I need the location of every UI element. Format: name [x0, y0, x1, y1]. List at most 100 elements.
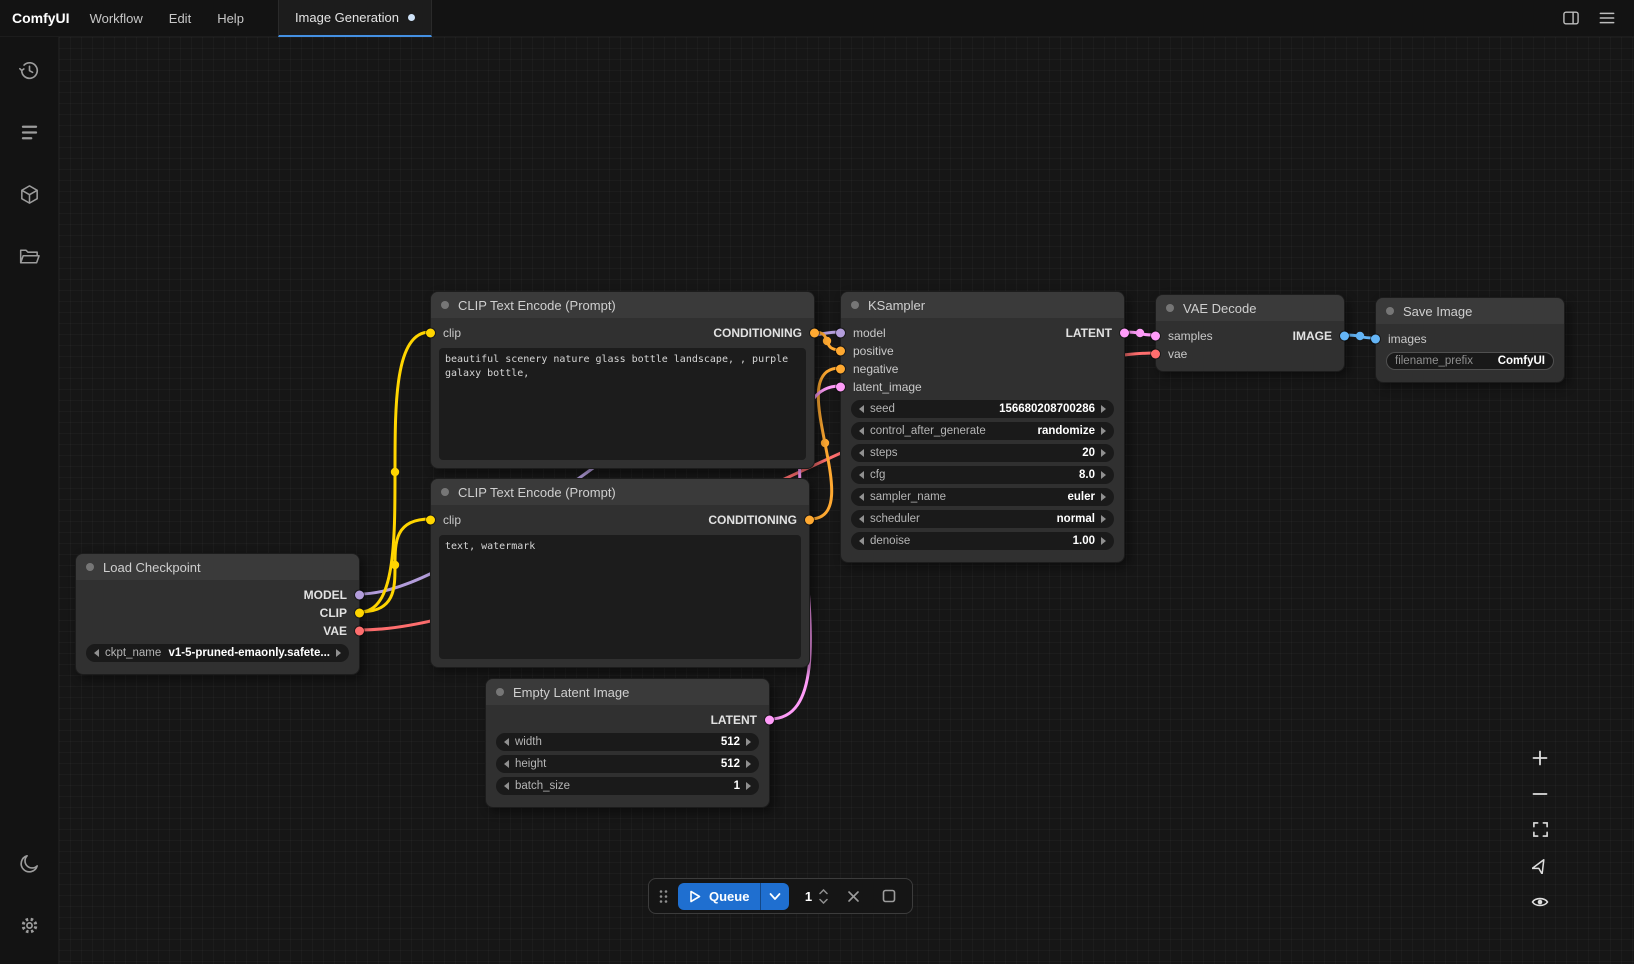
input-port-latent-image[interactable] — [836, 383, 845, 392]
output-port-model[interactable] — [355, 591, 364, 600]
collapse-dot[interactable] — [441, 488, 449, 496]
input-port-clip[interactable] — [426, 516, 435, 525]
node-empty-latent-image[interactable]: Empty Latent Image LATENT width 512 heig… — [485, 678, 770, 808]
menu-workflow[interactable]: Workflow — [90, 11, 143, 26]
prompt-text-area[interactable]: text, watermark — [439, 535, 801, 659]
input-port-clip[interactable] — [426, 329, 435, 338]
collapse-dot[interactable] — [1166, 304, 1174, 312]
increment-icon[interactable] — [1101, 515, 1106, 523]
decrement-icon[interactable] — [94, 649, 99, 657]
increment-icon[interactable] — [746, 760, 751, 768]
increment-icon[interactable] — [746, 738, 751, 746]
fit-view-icon[interactable] — [1525, 815, 1555, 844]
decrement-icon[interactable] — [859, 493, 864, 501]
collapse-dot[interactable] — [86, 563, 94, 571]
widget-height[interactable]: height 512 — [496, 755, 759, 773]
decrement-icon[interactable] — [859, 537, 864, 545]
output-port-conditioning[interactable] — [805, 516, 814, 525]
increment-icon[interactable] — [1101, 427, 1106, 435]
node-title-bar[interactable]: CLIP Text Encode (Prompt) — [431, 292, 814, 318]
collapse-dot[interactable] — [1386, 307, 1394, 315]
drag-handle-icon[interactable] — [659, 889, 668, 904]
increment-icon[interactable] — [1101, 405, 1106, 413]
widget-control-after-generate[interactable]: control_after_generate randomize — [851, 422, 1114, 440]
output-port-image[interactable] — [1340, 332, 1349, 341]
widget-sampler-name[interactable]: sampler_name euler — [851, 488, 1114, 506]
collapse-dot[interactable] — [496, 688, 504, 696]
widget-ckpt-name[interactable]: ckpt_name v1-5-pruned-emaonly.safete... — [86, 644, 349, 662]
node-title-bar[interactable]: Load Checkpoint — [76, 554, 359, 580]
increment-icon[interactable] — [1101, 493, 1106, 501]
workflow-history-icon[interactable] — [8, 49, 50, 91]
node-title-bar[interactable]: Empty Latent Image — [486, 679, 769, 705]
queue-button[interactable]: Queue — [678, 883, 789, 910]
node-load-checkpoint[interactable]: Load Checkpoint MODEL CLIP VAE ckpt_name… — [75, 553, 360, 675]
decrement-icon[interactable] — [504, 738, 509, 746]
output-port-latent[interactable] — [1120, 329, 1129, 338]
decrement-icon[interactable] — [859, 449, 864, 457]
input-port-model[interactable] — [836, 329, 845, 338]
node-ksampler[interactable]: KSampler model LATENT positive negative … — [840, 291, 1125, 563]
panel-toggle-icon[interactable] — [1558, 5, 1584, 31]
output-port-vae[interactable] — [355, 627, 364, 636]
node-clip-text-encode-negative[interactable]: CLIP Text Encode (Prompt) clip CONDITION… — [430, 478, 810, 668]
step-up-icon[interactable] — [819, 889, 828, 895]
zoom-in-icon[interactable] — [1525, 743, 1555, 772]
input-port-vae[interactable] — [1151, 350, 1160, 359]
decrement-icon[interactable] — [504, 782, 509, 790]
app-logo[interactable]: ComfyUI — [0, 10, 90, 26]
widget-steps[interactable]: steps 20 — [851, 444, 1114, 462]
collapse-dot[interactable] — [441, 301, 449, 309]
increment-icon[interactable] — [746, 782, 751, 790]
increment-icon[interactable] — [336, 649, 341, 657]
output-port-clip[interactable] — [355, 609, 364, 618]
hamburger-menu-icon[interactable] — [1594, 5, 1620, 31]
step-down-icon[interactable] — [819, 898, 828, 904]
widget-filename-prefix[interactable]: filename_prefix ComfyUI — [1386, 352, 1554, 370]
decrement-icon[interactable] — [859, 515, 864, 523]
decrement-icon[interactable] — [504, 760, 509, 768]
output-port-latent[interactable] — [765, 716, 774, 725]
widget-denoise[interactable]: denoise 1.00 — [851, 532, 1114, 550]
queue-options-chevron-icon[interactable] — [761, 892, 789, 901]
model-library-icon[interactable] — [8, 173, 50, 215]
widget-cfg[interactable]: cfg 8.0 — [851, 466, 1114, 484]
toggle-link-visibility-icon[interactable] — [1525, 887, 1555, 916]
node-title-bar[interactable]: Save Image — [1376, 298, 1564, 324]
menu-edit[interactable]: Edit — [169, 11, 191, 26]
node-title-bar[interactable]: KSampler — [841, 292, 1124, 318]
increment-icon[interactable] — [1101, 537, 1106, 545]
input-port-images[interactable] — [1371, 335, 1380, 344]
theme-toggle-icon[interactable] — [8, 842, 50, 884]
tab-image-generation[interactable]: Image Generation — [278, 0, 432, 37]
decrement-icon[interactable] — [859, 471, 864, 479]
node-library-icon[interactable] — [8, 111, 50, 153]
batch-count-stepper[interactable]: 1 — [799, 889, 830, 904]
widget-batch-size[interactable]: batch_size 1 — [496, 777, 759, 795]
node-clip-text-encode-positive[interactable]: CLIP Text Encode (Prompt) clip CONDITION… — [430, 291, 815, 469]
settings-icon[interactable] — [8, 904, 50, 946]
increment-icon[interactable] — [1101, 471, 1106, 479]
node-title-bar[interactable]: CLIP Text Encode (Prompt) — [431, 479, 809, 505]
menu-help[interactable]: Help — [217, 11, 244, 26]
node-graph-canvas[interactable]: Load Checkpoint MODEL CLIP VAE ckpt_name… — [59, 37, 1634, 964]
interrupt-icon[interactable] — [876, 883, 902, 909]
decrement-icon[interactable] — [859, 427, 864, 435]
decrement-icon[interactable] — [859, 405, 864, 413]
increment-icon[interactable] — [1101, 449, 1106, 457]
collapse-dot[interactable] — [851, 301, 859, 309]
select-mode-icon[interactable] — [1525, 851, 1555, 880]
widget-width[interactable]: width 512 — [496, 733, 759, 751]
node-vae-decode[interactable]: VAE Decode samples IMAGE vae — [1155, 294, 1345, 372]
prompt-text-area[interactable]: beautiful scenery nature glass bottle la… — [439, 348, 806, 460]
input-port-positive[interactable] — [836, 347, 845, 356]
input-port-samples[interactable] — [1151, 332, 1160, 341]
widget-seed[interactable]: seed 156680208700286 — [851, 400, 1114, 418]
node-save-image[interactable]: Save Image images filename_prefix ComfyU… — [1375, 297, 1565, 383]
workflows-icon[interactable] — [8, 235, 50, 277]
input-port-negative[interactable] — [836, 365, 845, 374]
output-port-conditioning[interactable] — [810, 329, 819, 338]
clear-queue-icon[interactable] — [840, 883, 866, 909]
node-title-bar[interactable]: VAE Decode — [1156, 295, 1344, 321]
widget-scheduler[interactable]: scheduler normal — [851, 510, 1114, 528]
